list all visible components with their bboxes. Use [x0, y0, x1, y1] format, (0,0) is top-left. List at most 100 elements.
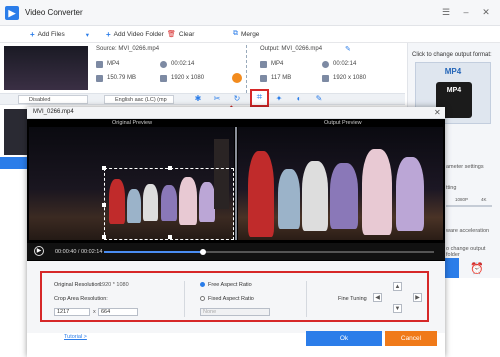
output-format: MP4: [271, 61, 284, 67]
crop-handle[interactable]: [102, 166, 106, 170]
crop-handle[interactable]: [102, 203, 106, 207]
size-icon: [260, 75, 267, 82]
crop-icon: ⌗: [256, 92, 263, 103]
close-icon[interactable]: ✕: [480, 6, 492, 18]
cut-icon[interactable]: ✂: [212, 94, 222, 104]
plus-icon: +: [30, 30, 35, 39]
crop-area-selection[interactable]: [102, 166, 234, 240]
crop-handle[interactable]: [102, 235, 106, 239]
crop-handle[interactable]: [168, 166, 172, 170]
preview-divider: [235, 127, 237, 240]
subtitle-edit-icon[interactable]: ✎: [314, 94, 324, 104]
source-resolution: 1920 x 1080: [171, 75, 205, 81]
output-resolution: 1920 x 1080: [333, 75, 367, 81]
clock-icon: [160, 61, 167, 68]
play-button[interactable]: ▶: [34, 246, 44, 256]
watermark-icon[interactable]: ✦: [274, 94, 284, 104]
original-resolution-value: 1920 * 1080: [99, 282, 129, 288]
free-aspect-label: Free Aspect Ratio: [208, 282, 252, 288]
crop-handle[interactable]: [168, 235, 172, 239]
clock-icon: [322, 61, 329, 68]
trash-icon: 🗑: [167, 31, 176, 38]
source-duration: 00:02:14: [171, 61, 195, 67]
run-button[interactable]: [445, 258, 459, 278]
divider: [184, 281, 185, 317]
clear-button[interactable]: 🗑 Clear: [167, 30, 195, 39]
original-resolution-label: Original Resolution:: [54, 282, 102, 288]
output-format-label: Click to change output format:: [412, 52, 492, 58]
parameter-settings-button[interactable]: ameter settings: [446, 164, 484, 170]
nudge-left-button[interactable]: ◀: [373, 293, 382, 302]
chevron-down-icon[interactable]: ▾: [86, 31, 89, 39]
tutorial-link[interactable]: Tutorial >: [64, 334, 87, 340]
filter-icon[interactable]: ◐: [294, 94, 304, 104]
quality-high-label: 4K: [481, 197, 487, 202]
nudge-right-button[interactable]: ▶: [413, 293, 422, 302]
output-preview-label: Output Preview: [324, 120, 362, 126]
size-icon: [96, 75, 103, 82]
add-files-label: Add Files: [37, 31, 65, 38]
resolution-icon: [322, 75, 329, 82]
video-thumbnail[interactable]: [4, 46, 88, 90]
output-duration: 00:02:14: [333, 61, 357, 67]
output-label: Output: MVI_0266.mp4: [260, 46, 323, 52]
add-video-folder-label: Add Video Folder: [113, 31, 164, 38]
alarm-clock-icon[interactable]: ⏰: [470, 262, 484, 276]
divider: [246, 45, 247, 93]
dialog-title-bar: [27, 107, 445, 119]
add-video-folder-button[interactable]: + Add Video Folder: [106, 30, 164, 39]
crop-height-input[interactable]: 664: [98, 308, 138, 316]
cancel-button[interactable]: Cancel: [385, 331, 437, 346]
quality-slider[interactable]: [446, 205, 492, 207]
subtitle-dropdown[interactable]: Disabled: [18, 95, 88, 104]
edit-name-icon[interactable]: ✎: [345, 45, 351, 53]
free-aspect-radio[interactable]: [200, 282, 205, 287]
crop-area-label: Crop Area Resolution:: [54, 296, 108, 302]
source-format: MP4: [107, 61, 120, 67]
add-files-button[interactable]: + Add Files ▾: [30, 30, 89, 39]
quality-setting-label: tting: [446, 185, 457, 191]
output-format-name: MP4: [444, 67, 462, 76]
app-title: Video Converter: [25, 8, 83, 17]
rotate-icon[interactable]: ↻: [232, 94, 242, 104]
hardware-acceleration-label: ware acceleration: [446, 228, 490, 234]
ok-button[interactable]: Ok: [306, 331, 382, 346]
aspect-ratio-select[interactable]: None: [200, 308, 270, 316]
crop-width-input[interactable]: 1217: [54, 308, 90, 316]
merge-button[interactable]: ⧉ Merge: [233, 30, 259, 38]
source-size: 150.79 MB: [107, 75, 137, 81]
fixed-aspect-label: Fixed Aspect Ratio: [208, 296, 254, 302]
menu-icon[interactable]: ☰: [440, 6, 452, 18]
resolution-icon: [160, 75, 167, 82]
nudge-down-button[interactable]: ▼: [393, 304, 402, 313]
effects-icon[interactable]: ✱: [193, 94, 203, 104]
format-icon: [96, 61, 103, 68]
audio-track-dropdown[interactable]: English aac (LC) (mp: [104, 95, 174, 104]
dialog-title: MVI_0266.mp4: [33, 109, 74, 115]
selected-item-indicator: [0, 157, 27, 169]
fixed-aspect-radio[interactable]: [200, 296, 205, 301]
merge-icon: ⧉: [233, 30, 238, 37]
fine-tuning-label: Fine Tuning: [338, 296, 367, 302]
divider: [306, 281, 307, 317]
convert-arrow-icon: [232, 73, 242, 83]
minimize-icon[interactable]: –: [460, 6, 472, 18]
app-logo-icon: ▶: [5, 6, 19, 20]
quality-low-label: 1080P: [455, 197, 469, 202]
source-label: Source: MVI_0266.mp4: [96, 46, 160, 52]
output-preview-video: [238, 127, 443, 240]
merge-label: Merge: [241, 30, 260, 38]
dialog-close-icon[interactable]: ✕: [434, 108, 441, 117]
clear-label: Clear: [178, 30, 195, 38]
format-icon: [260, 61, 267, 68]
change-output-folder-label: o change output folder: [446, 246, 486, 258]
times-sign: x: [93, 309, 96, 315]
playback-time: 00:00:40 / 00:02:14: [55, 249, 103, 255]
seek-bar-handle[interactable]: [200, 249, 206, 255]
video-thumbnail-2[interactable]: [4, 109, 28, 155]
original-preview-label: Original Preview: [112, 120, 153, 126]
nudge-up-button[interactable]: ▲: [393, 282, 402, 291]
crop-tool-button[interactable]: ⌗: [250, 89, 269, 107]
seek-bar-progress: [104, 251, 203, 253]
output-size: 117 MB: [271, 75, 292, 81]
